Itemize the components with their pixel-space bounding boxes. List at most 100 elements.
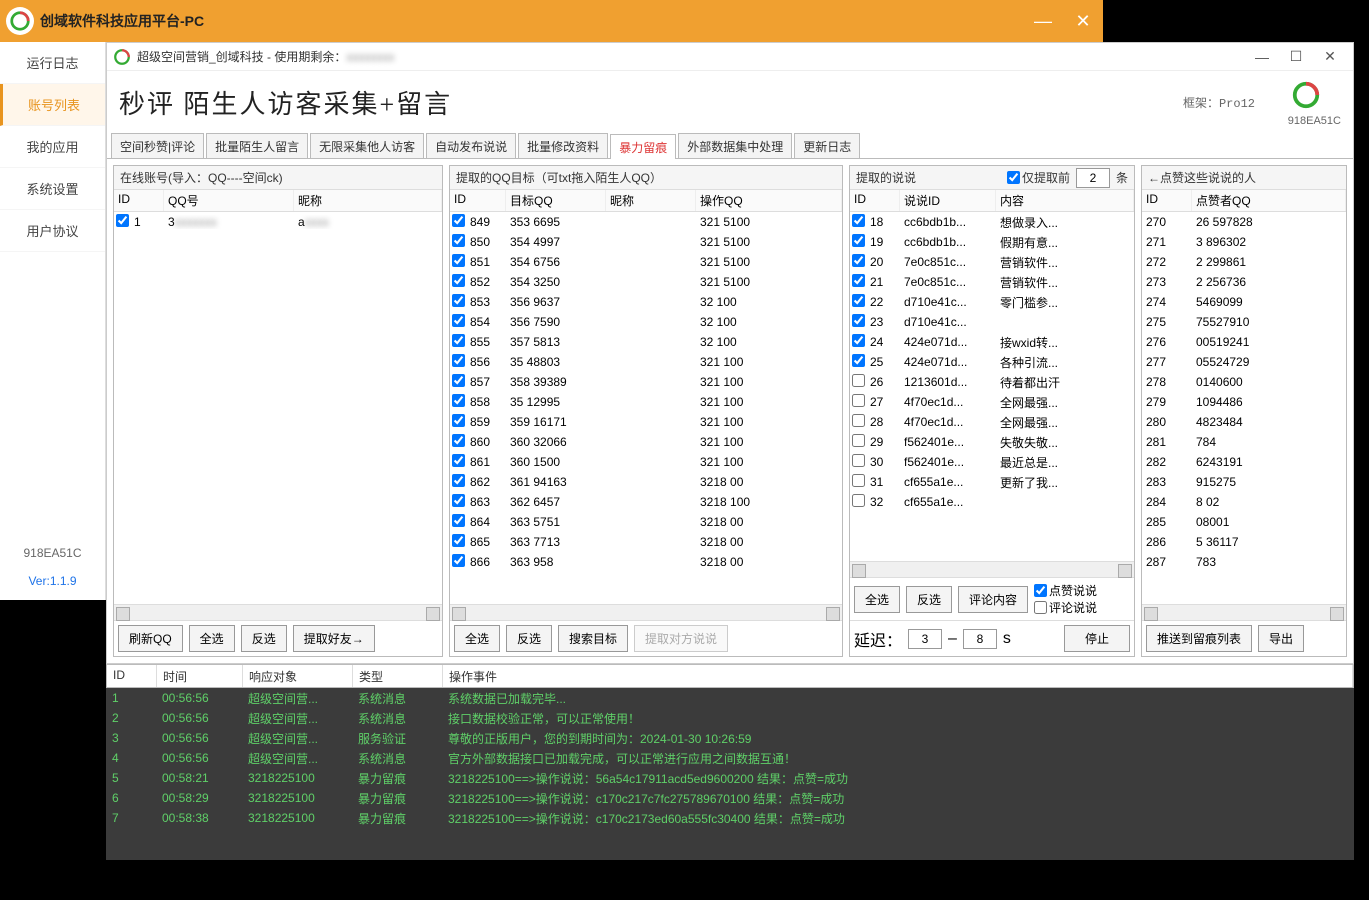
table-row[interactable]: 30 f562401e... 最近总是... (850, 452, 1134, 472)
panel2-hscroll[interactable] (450, 604, 842, 620)
panel2-title: 提取的QQ目标（可txt拖入陌生人QQ） (450, 166, 842, 190)
table-row[interactable]: 864 363 5751 3218 00 (450, 512, 842, 532)
table-row[interactable]: 866 363 958 3218 00 (450, 552, 842, 572)
table-row[interactable]: 281 784 (1142, 432, 1346, 452)
panel3-hscroll[interactable] (850, 561, 1134, 577)
push-to-list-button[interactable]: 推送到留痕列表 (1146, 625, 1252, 652)
table-row[interactable]: 858 35 12995 321 100 (450, 392, 842, 412)
comment-shuoshuo-checkbox[interactable]: 评论说说 (1034, 599, 1097, 616)
p1-invert-button[interactable]: 反选 (241, 625, 287, 652)
table-row[interactable]: 22 d710e41c... 零门槛参... (850, 292, 1134, 312)
table-row[interactable]: 284 8 02 (1142, 492, 1346, 512)
table-row[interactable]: 850 354 4997 321 5100 (450, 232, 842, 252)
refresh-qq-button[interactable]: 刷新QQ (118, 625, 183, 652)
table-row[interactable]: 865 363 7713 3218 00 (450, 532, 842, 552)
table-row[interactable]: 280 4823484 (1142, 412, 1346, 432)
panel4-hscroll[interactable] (1142, 604, 1346, 620)
table-row[interactable]: 1 3xxxxxxx axxxx (114, 212, 442, 232)
table-row[interactable]: 20 7e0c851c... 营销软件... (850, 252, 1134, 272)
table-row[interactable]: 279 1094486 (1142, 392, 1346, 412)
sidebar-item-myapps[interactable]: 我的应用 (0, 126, 105, 168)
panel1-hscroll[interactable] (114, 604, 442, 620)
extract-shuoshuo-button[interactable]: 提取对方说说 (634, 625, 728, 652)
tab-6[interactable]: 外部数据集中处理 (678, 133, 792, 158)
inner-minimize-button[interactable]: — (1245, 49, 1279, 65)
table-row[interactable]: 31 cf655a1e... 更新了我... (850, 472, 1134, 492)
table-row[interactable]: 278 0140600 (1142, 372, 1346, 392)
search-target-button[interactable]: 搜索目标 (558, 625, 628, 652)
table-row[interactable]: 282 6243191 (1142, 452, 1346, 472)
only-first-checkbox[interactable]: 仅提取前 (1007, 169, 1070, 186)
minimize-button[interactable]: — (1023, 0, 1063, 42)
sidebar-item-runlog[interactable]: 运行日志 (0, 42, 105, 84)
inner-close-button[interactable]: ✕ (1313, 48, 1347, 65)
table-row[interactable]: 18 cc6bdb1b... 想做录入... (850, 212, 1134, 232)
close-button[interactable]: ✕ (1063, 0, 1103, 42)
sidebar-item-accounts[interactable]: 账号列表 (0, 84, 105, 126)
table-row[interactable]: 26 1213601d... 待着都出汗 (850, 372, 1134, 392)
header-build-id: 918EA51C (1271, 115, 1341, 127)
table-row[interactable]: 28 4f70ec1d... 全网最强... (850, 412, 1134, 432)
table-row[interactable]: 24 424e071d... 接wxid转... (850, 332, 1134, 352)
log-row: 4 00:56:56 超级空间营... 系统消息 官方外部数据接口已加载完成，可… (106, 748, 1354, 768)
table-row[interactable]: 855 357 5813 32 100 (450, 332, 842, 352)
inner-maximize-button[interactable]: ☐ (1279, 48, 1313, 65)
table-row[interactable]: 863 362 6457 3218 100 (450, 492, 842, 512)
table-row[interactable]: 849 353 6695 321 5100 (450, 212, 842, 232)
only-first-input[interactable] (1076, 168, 1110, 188)
table-row[interactable]: 856 35 48803 321 100 (450, 352, 842, 372)
comment-content-button[interactable]: 评论内容 (958, 586, 1028, 613)
table-row[interactable]: 23 d710e41c... (850, 312, 1134, 332)
table-row[interactable]: 25 424e071d... 各种引流... (850, 352, 1134, 372)
table-row[interactable]: 287 783 (1142, 552, 1346, 572)
table-row[interactable]: 275 75527910 (1142, 312, 1346, 332)
app-logo-icon (6, 7, 34, 35)
table-row[interactable]: 274 5469099 (1142, 292, 1346, 312)
inner-logo-icon (113, 48, 131, 66)
delay-from-input[interactable] (908, 629, 942, 649)
table-row[interactable]: 283 915275 (1142, 472, 1346, 492)
p2-selectall-button[interactable]: 全选 (454, 625, 500, 652)
tab-4[interactable]: 批量修改资料 (518, 133, 608, 158)
table-row[interactable]: 862 361 94163 3218 00 (450, 472, 842, 492)
like-shuoshuo-checkbox[interactable]: 点赞说说 (1034, 582, 1097, 599)
table-row[interactable]: 285 08001 (1142, 512, 1346, 532)
p3-invert-button[interactable]: 反选 (906, 586, 952, 613)
sidebar-item-settings[interactable]: 系统设置 (0, 168, 105, 210)
table-row[interactable]: 271 3 896302 (1142, 232, 1346, 252)
stop-button[interactable]: 停止 (1064, 625, 1130, 652)
table-row[interactable]: 270 26 597828 (1142, 212, 1346, 232)
p2-invert-button[interactable]: 反选 (506, 625, 552, 652)
tab-7[interactable]: 更新日志 (794, 133, 860, 158)
table-row[interactable]: 272 2 299861 (1142, 252, 1346, 272)
table-row[interactable]: 277 05524729 (1142, 352, 1346, 372)
tab-0[interactable]: 空间秒赞|评论 (111, 133, 204, 158)
tab-1[interactable]: 批量陌生人留言 (206, 133, 308, 158)
table-row[interactable]: 853 356 9637 32 100 (450, 292, 842, 312)
table-row[interactable]: 852 354 3250 321 5100 (450, 272, 842, 292)
delay-to-input[interactable] (963, 629, 997, 649)
table-row[interactable]: 861 360 1500 321 100 (450, 452, 842, 472)
sidebar-item-agreement[interactable]: 用户协议 (0, 210, 105, 252)
table-row[interactable]: 286 5 36117 (1142, 532, 1346, 552)
table-row[interactable]: 32 cf655a1e... (850, 492, 1134, 512)
tab-2[interactable]: 无限采集他人访客 (310, 133, 424, 158)
table-row[interactable]: 851 354 6756 321 5100 (450, 252, 842, 272)
table-row[interactable]: 276 00519241 (1142, 332, 1346, 352)
table-row[interactable]: 860 360 32066 321 100 (450, 432, 842, 452)
frame-label: 框架：Pro12 (1183, 94, 1255, 111)
tab-3[interactable]: 自动发布说说 (426, 133, 516, 158)
table-row[interactable]: 19 cc6bdb1b... 假期有意... (850, 232, 1134, 252)
table-row[interactable]: 21 7e0c851c... 营销软件... (850, 272, 1134, 292)
extract-friends-button[interactable]: 提取好友→ (293, 625, 375, 652)
table-row[interactable]: 29 f562401e... 失敬失敬... (850, 432, 1134, 452)
p1-selectall-button[interactable]: 全选 (189, 625, 235, 652)
p3-selectall-button[interactable]: 全选 (854, 586, 900, 613)
table-row[interactable]: 27 4f70ec1d... 全网最强... (850, 392, 1134, 412)
table-row[interactable]: 854 356 7590 32 100 (450, 312, 842, 332)
export-button[interactable]: 导出 (1258, 625, 1304, 652)
table-row[interactable]: 859 359 16171 321 100 (450, 412, 842, 432)
table-row[interactable]: 273 2 256736 (1142, 272, 1346, 292)
tab-5[interactable]: 暴力留痕 (610, 134, 676, 159)
table-row[interactable]: 857 358 39389 321 100 (450, 372, 842, 392)
